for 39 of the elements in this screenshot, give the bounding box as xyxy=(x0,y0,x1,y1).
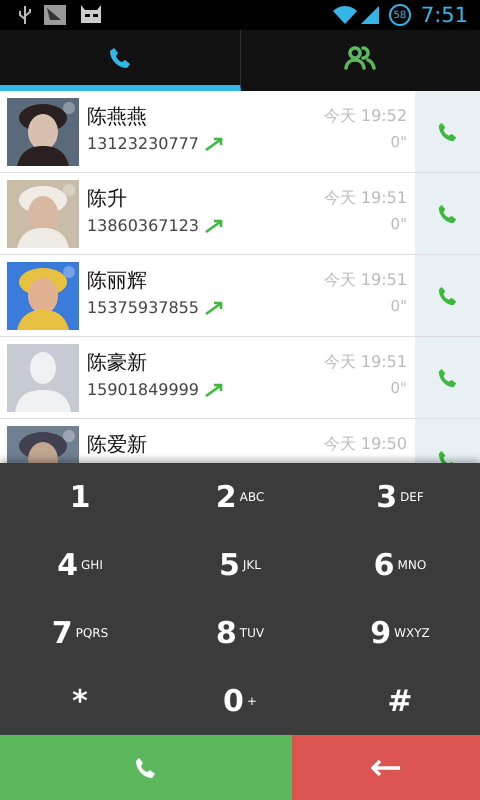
call-duration: 0" xyxy=(390,379,407,397)
usb-icon xyxy=(18,5,32,25)
dial-button[interactable] xyxy=(0,735,292,800)
call-duration: 0" xyxy=(390,133,407,151)
backspace-button[interactable] xyxy=(292,735,480,800)
dial-key[interactable]: 0+ xyxy=(160,667,320,735)
dial-key[interactable]: 1 xyxy=(0,463,160,531)
contact-name: 陈丽辉 xyxy=(87,267,148,294)
call-duration: 0" xyxy=(390,297,407,315)
contact-name: 陈豪新 xyxy=(87,349,148,376)
signal-icon xyxy=(360,6,379,24)
call-button[interactable] xyxy=(415,337,480,418)
phone-number: 15375937855 xyxy=(87,298,199,317)
contact-name: 陈燕燕 xyxy=(87,103,148,130)
call-button[interactable] xyxy=(415,173,480,254)
image-notification-icon xyxy=(44,5,66,25)
phone-number: 15901849999 xyxy=(87,380,199,399)
wifi-icon xyxy=(332,6,357,24)
contact-name: 陈升 xyxy=(87,185,128,212)
clock: 7:51 xyxy=(420,3,468,27)
dial-key[interactable]: * xyxy=(0,667,160,735)
call-time: 今天 19:51 xyxy=(324,352,407,373)
default-avatar-icon xyxy=(7,344,79,412)
tab[interactable] xyxy=(0,30,240,91)
left-arrow-icon xyxy=(371,760,402,776)
battery-level: 58 xyxy=(388,4,411,26)
call-duration: 0" xyxy=(390,215,407,233)
contact-name: 陈爱新 xyxy=(87,431,148,458)
robot-face-icon xyxy=(78,5,104,25)
call-time: 今天 19:51 xyxy=(324,188,407,209)
contacts-icon xyxy=(344,46,376,70)
call-button[interactable] xyxy=(415,91,480,172)
phone-number: 13123230777 xyxy=(87,134,199,153)
phone-number: 13860367123 xyxy=(87,216,199,235)
call-time: 今天 19:51 xyxy=(324,270,407,291)
call-time: 今天 19:52 xyxy=(324,106,407,127)
call-time: 今天 19:50 xyxy=(324,434,407,455)
call-button[interactable] xyxy=(415,255,480,336)
dial-key[interactable]: # xyxy=(320,667,480,735)
